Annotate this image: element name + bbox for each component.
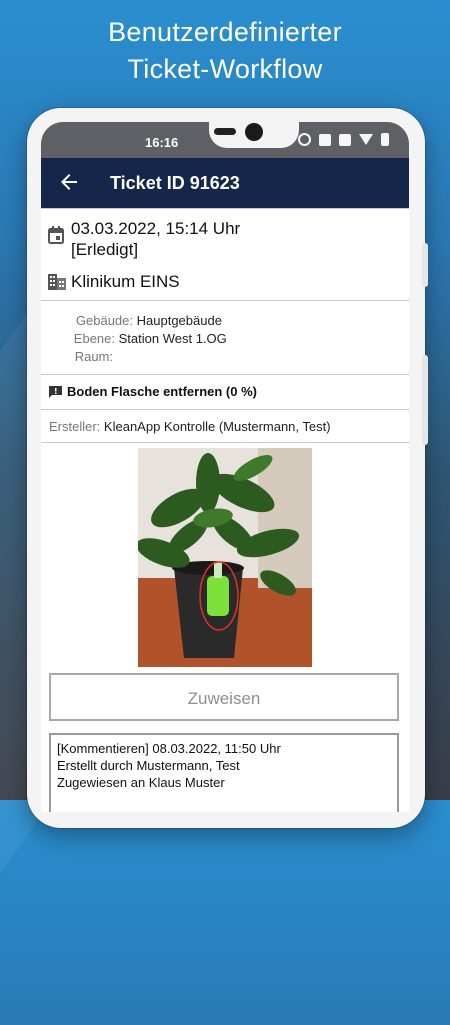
client-name: Klinikum EINS	[71, 272, 180, 291]
location-building: Gebäude: Hauptgebäude	[47, 313, 222, 328]
ticket-photo[interactable]	[138, 448, 312, 667]
divider	[41, 409, 409, 410]
app-screen: 16:16 Ticket ID 91623 03.03.2022, 15:14 …	[41, 122, 409, 812]
app-toolbar: Ticket ID 91623	[41, 158, 409, 208]
status-time: 16:16	[145, 135, 179, 150]
comment-box: [Kommentieren] 08.03.2022, 11:50 Uhr Ers…	[49, 733, 399, 812]
task-description: Boden Flasche entfernen (0 %)	[67, 384, 257, 399]
front-camera	[245, 123, 263, 141]
calendar-icon	[48, 226, 64, 244]
ticket-datetime: 03.03.2022, 15:14 Uhr	[71, 219, 241, 238]
comment-line-3: Zugewiesen an Klaus Muster	[57, 775, 225, 790]
phone-notch	[209, 122, 299, 148]
phone-side-button	[422, 243, 428, 287]
divider	[41, 374, 409, 375]
arrow-back-icon[interactable]	[57, 170, 81, 194]
phone-side-button	[422, 355, 428, 445]
comment-line-1: [Kommentieren] 08.03.2022, 11:50 Uhr	[57, 741, 281, 756]
ticket-date-status: 03.03.2022, 15:14 Uhr [Erledigt]	[71, 218, 240, 260]
volte-icon	[339, 133, 351, 146]
battery-icon	[381, 133, 389, 146]
assign-button[interactable]: Zuweisen	[49, 673, 399, 721]
headline-line-1: Benutzerdefinierter	[108, 17, 342, 47]
creator-value: KleanApp Kontrolle (Mustermann, Test)	[103, 419, 331, 434]
level-value: Station West 1.OG	[118, 331, 227, 346]
comment-line-2: Erstellt durch Mustermann, Test	[57, 758, 240, 773]
nfc-icon	[319, 133, 331, 146]
room-label: Raum:	[74, 349, 113, 364]
building-value: Hauptgebäude	[136, 313, 222, 328]
creator-label: Ersteller:	[49, 419, 101, 434]
creator-line: Ersteller: KleanApp Kontrolle (Musterman…	[49, 419, 331, 434]
alarm-icon	[298, 133, 311, 146]
divider	[41, 300, 409, 301]
divider	[41, 208, 409, 209]
plant-photo-image	[138, 448, 312, 667]
location-level: Ebene: Station West 1.OG	[47, 331, 227, 346]
speaker-grille	[214, 128, 236, 135]
status-icons	[298, 133, 389, 146]
level-label: Ebene:	[73, 331, 115, 346]
task-comment-icon	[49, 386, 62, 398]
ticket-details: 03.03.2022, 15:14 Uhr [Erledigt] Kliniku…	[41, 208, 409, 812]
building-icon	[48, 274, 66, 290]
ticket-title: Ticket ID 91623	[110, 173, 240, 193]
promo-headline: Benutzerdefinierter Ticket-Workflow	[0, 14, 450, 88]
wifi-icon	[359, 134, 373, 145]
building-label: Gebäude:	[75, 313, 133, 328]
headline-line-2: Ticket-Workflow	[127, 54, 323, 84]
ticket-status: [Erledigt]	[71, 240, 139, 259]
location-room: Raum:	[47, 349, 113, 364]
divider	[41, 442, 409, 443]
